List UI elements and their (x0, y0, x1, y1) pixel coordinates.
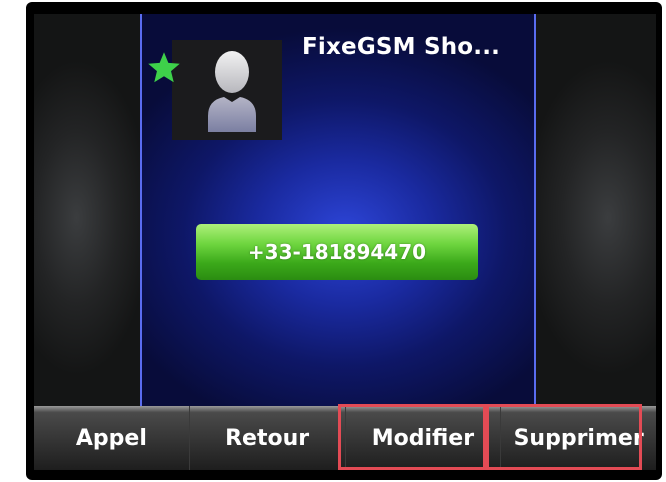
contact-avatar-box (172, 40, 282, 140)
phone-screen: FixeGSM Sho... +33-181894470 Appel Retou… (34, 14, 656, 470)
contact-name: FixeGSM Sho... (302, 34, 501, 60)
left-divider (140, 14, 142, 406)
call-softkey[interactable]: Appel (34, 406, 190, 470)
phone-number-label: +33-181894470 (247, 240, 427, 264)
softkey-bar: Appel Retour Modifier Supprimer (34, 406, 656, 470)
phone-number-button[interactable]: +33-181894470 (196, 224, 478, 280)
right-side-panel (536, 14, 656, 406)
back-softkey[interactable]: Retour (190, 406, 346, 470)
right-divider (534, 14, 536, 406)
person-silhouette-icon (208, 51, 256, 132)
left-side-panel (34, 14, 140, 406)
favorite-star-icon (148, 52, 180, 83)
delete-softkey[interactable]: Supprimer (501, 406, 656, 470)
edit-softkey[interactable]: Modifier (346, 406, 502, 470)
